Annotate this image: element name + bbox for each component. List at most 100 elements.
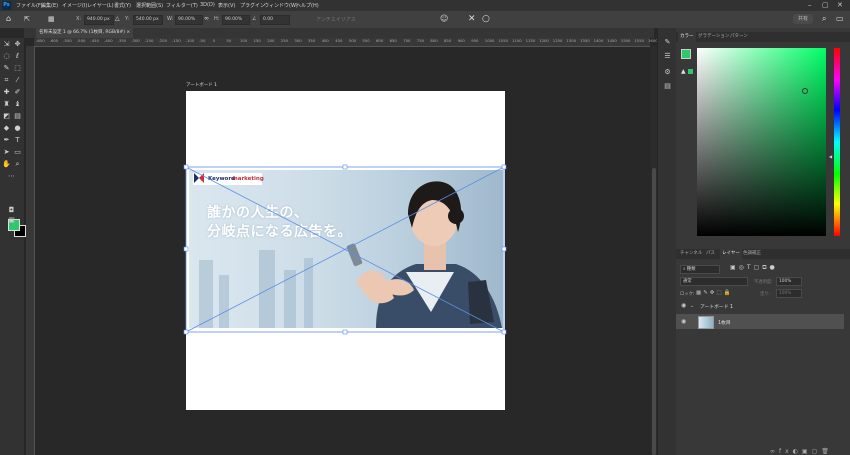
- menu-edit[interactable]: 編集(E): [41, 2, 58, 9]
- reference-point-icon[interactable]: ▦: [48, 14, 55, 24]
- search-icon[interactable]: ⌕: [822, 14, 826, 24]
- lock-label: ロック:: [680, 292, 695, 297]
- lock-icons[interactable]: ▦✎✥⬚🔒: [696, 290, 732, 296]
- more-tools-icon[interactable]: ⋯: [6, 172, 17, 181]
- maximize-icon[interactable]: ▢: [822, 1, 829, 10]
- vertical-ruler[interactable]: [26, 46, 35, 455]
- keyword-marketing-logo-icon: [194, 173, 204, 183]
- document-tab[interactable]: 名称未設定 1 @ 66.7% (1枚目, RGB/8#) ×: [36, 28, 134, 38]
- height-input[interactable]: 90.00%: [222, 15, 250, 25]
- web-safe-swatch[interactable]: [688, 69, 693, 74]
- width-input[interactable]: 90.00%: [175, 15, 203, 25]
- color-picker-marker[interactable]: [802, 88, 808, 94]
- layer-panel-footer-icons[interactable]: ∞fx◐▣▢🗑: [770, 448, 833, 455]
- hand-tool-icon[interactable]: ✋: [1, 160, 12, 169]
- eyedropper-tool-icon[interactable]: ⁄: [12, 76, 23, 85]
- eye-icon[interactable]: ◉: [681, 318, 686, 325]
- horizontal-ruler[interactable]: -650 -600 -550 -500 -450 -400 -350 -300 -250 -200…: [34, 38, 658, 47]
- rectangle-tool-icon[interactable]: ▭: [12, 148, 23, 157]
- adjustments-icon[interactable]: ⚙: [663, 68, 672, 77]
- lasso-tool-icon[interactable]: ℓ: [12, 52, 23, 61]
- object-select-tool-icon[interactable]: ⬚: [12, 64, 23, 73]
- dodge-tool-icon[interactable]: ●: [12, 124, 23, 133]
- y-input[interactable]: 540.00 px: [133, 15, 163, 25]
- menu-layer[interactable]: レイヤー(L): [87, 2, 114, 9]
- relative-position-icon[interactable]: △: [115, 14, 120, 24]
- eye-icon[interactable]: ◉: [681, 302, 686, 309]
- tab-gradient[interactable]: グラデーション: [696, 32, 731, 42]
- home-icon[interactable]: ⌂: [6, 14, 11, 24]
- menu-view[interactable]: 表示(V): [218, 2, 235, 9]
- artboard-tool-icon[interactable]: ✥: [12, 40, 23, 49]
- healing-tool-icon[interactable]: ✚: [1, 88, 12, 97]
- menu-image[interactable]: イメージ(I): [62, 2, 87, 9]
- chevron-down-icon[interactable]: ⌄: [690, 303, 694, 309]
- clone-stamp-tool-icon[interactable]: ♜: [1, 100, 12, 109]
- libraries-icon[interactable]: ▤: [663, 82, 672, 91]
- menu-plugins[interactable]: プラグイン: [240, 2, 265, 9]
- menu-type[interactable]: 書式(Y): [114, 2, 131, 9]
- minimize-icon[interactable]: –: [808, 1, 812, 10]
- warp-icon[interactable]: ☺: [440, 14, 448, 24]
- eraser-tool-icon[interactable]: ◩: [1, 112, 12, 121]
- scrollbar-thumb[interactable]: [652, 168, 656, 455]
- blend-mode-select[interactable]: 通常: [680, 277, 748, 286]
- x-input[interactable]: 940.00 px: [84, 15, 114, 25]
- tab-paths[interactable]: パス: [704, 249, 717, 259]
- ruler-tick-label: 1050: [498, 38, 509, 43]
- angle-input[interactable]: 0.00: [260, 15, 290, 25]
- menu-select[interactable]: 選択範囲(S): [136, 2, 163, 9]
- opacity-input[interactable]: 100%: [776, 277, 802, 286]
- menu-window[interactable]: ウィンドウ(W): [264, 2, 298, 9]
- close-window-icon[interactable]: ✕: [837, 1, 843, 10]
- hue-slider-marker-icon[interactable]: ◀: [829, 154, 832, 159]
- close-tab-icon[interactable]: ×: [126, 30, 130, 35]
- type-tool-icon[interactable]: T: [12, 136, 23, 145]
- city-building: [304, 258, 313, 328]
- marquee-tool-icon[interactable]: ◌: [1, 52, 12, 61]
- blur-tool-icon[interactable]: ◆: [1, 124, 12, 133]
- workspace-icon[interactable]: ▭: [836, 14, 844, 24]
- quick-select-tool-icon[interactable]: ✎: [1, 64, 12, 73]
- history-brush-tool-icon[interactable]: ♝: [12, 100, 23, 109]
- link-icon[interactable]: ∞: [204, 14, 209, 24]
- panel-foreground-swatch[interactable]: [681, 49, 691, 59]
- tab-pattern[interactable]: パターン: [728, 32, 750, 42]
- commit-transform-icon[interactable]: ○: [482, 14, 490, 24]
- artboard-label[interactable]: アートボード 1: [186, 82, 217, 88]
- quick-mask-icon[interactable]: ◘: [6, 206, 17, 215]
- tab-adjustments[interactable]: 色調補正: [741, 249, 763, 259]
- zoom-tool-icon[interactable]: ⌕: [12, 160, 23, 169]
- path-select-tool-icon[interactable]: ➤: [1, 148, 12, 157]
- interpolation-label[interactable]: アンチエイリアス: [316, 16, 356, 23]
- transform-tool-icon[interactable]: ⇱: [24, 14, 30, 24]
- gradient-tool-icon[interactable]: ▤: [12, 112, 23, 121]
- screen-mode-icon[interactable]: ▣: [6, 216, 17, 225]
- cancel-transform-icon[interactable]: ✕: [468, 14, 476, 24]
- panel-icon-strip: ✎ ☰ ⚙ ▤: [657, 28, 677, 455]
- layer-row-image[interactable]: ◉ 1枚目: [676, 314, 844, 329]
- layer-filter-icons[interactable]: ▣◎T▢⧉●: [730, 264, 778, 272]
- layer-row-artboard[interactable]: ◉ ⌄ アートボード 1: [676, 299, 844, 314]
- properties-icon[interactable]: ☰: [663, 52, 672, 61]
- tab-channels[interactable]: チャンネル: [678, 249, 704, 259]
- fill-input[interactable]: 100%: [776, 289, 802, 298]
- move-tool-icon[interactable]: ⇲: [1, 40, 12, 49]
- tab-color[interactable]: カラー: [678, 32, 696, 42]
- share-button[interactable]: 共有: [793, 14, 813, 24]
- ruler-tick-label: 750: [416, 38, 425, 43]
- menu-help[interactable]: ヘルプ(H): [296, 2, 319, 9]
- layer-filter-input[interactable]: ⌕ 種類: [680, 265, 720, 274]
- color-picker-field[interactable]: [697, 48, 826, 236]
- menu-file[interactable]: ファイル(F): [16, 2, 43, 9]
- hue-slider[interactable]: [834, 48, 840, 236]
- menu-3d[interactable]: 3D(D): [200, 2, 215, 8]
- brush-tool-icon[interactable]: ✐: [12, 88, 23, 97]
- crop-tool-icon[interactable]: ⌗: [1, 76, 12, 85]
- ruler-tick-label: -600: [49, 38, 59, 43]
- pen-tool-icon[interactable]: ✒: [1, 136, 12, 145]
- brush-settings-icon[interactable]: ✎: [663, 38, 672, 47]
- tab-layers[interactable]: レイヤー: [720, 249, 742, 259]
- ruler-tick-label: 1550: [634, 38, 645, 43]
- menu-filter[interactable]: フィルター(T): [166, 2, 198, 9]
